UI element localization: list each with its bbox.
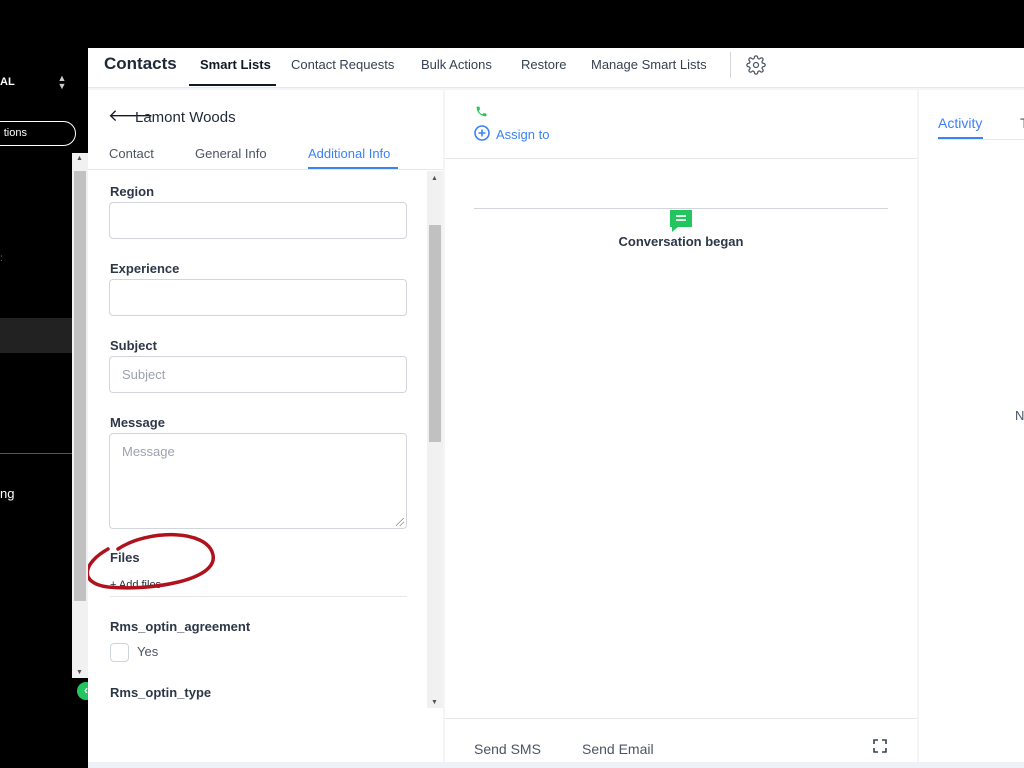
scroll-up-icon[interactable]: ▲ xyxy=(431,175,438,182)
message-field[interactable]: Message xyxy=(109,433,407,529)
active-tab-indicator xyxy=(308,167,398,169)
bottom-strip xyxy=(88,762,1024,768)
tab-contact[interactable]: Contact xyxy=(109,146,154,161)
sidebar-pill-button[interactable]: tions xyxy=(0,121,76,146)
contacts-app: Contacts Smart Lists Contact Requests Bu… xyxy=(88,48,1024,768)
experience-label: Experience xyxy=(110,261,180,276)
add-files-button[interactable]: + Add files xyxy=(110,579,161,591)
message-label: Message xyxy=(110,415,165,430)
page-title: Contacts xyxy=(104,54,177,73)
tab-send-sms[interactable]: Send SMS xyxy=(474,741,541,757)
rms-optin-agreement-label: Rms_optin_agreement xyxy=(110,619,251,634)
scroll-up-icon[interactable]: ▲ xyxy=(76,155,83,162)
tab-additional-info[interactable]: Additional Info xyxy=(308,146,390,161)
scrollbar-thumb[interactable] xyxy=(429,225,441,442)
sidebar-divider xyxy=(0,453,72,454)
files-divider xyxy=(110,596,407,597)
tab-manage-smart-lists[interactable]: Manage Smart Lists xyxy=(591,57,707,72)
contact-header: 🡐 Lamont Woods Contact General Info Addi… xyxy=(88,90,443,170)
sidebar-scrollbar[interactable]: ▲ ▼ xyxy=(72,153,88,678)
expand-icon[interactable] xyxy=(873,739,887,753)
tab-bulk-actions[interactable]: Bulk Actions xyxy=(421,57,492,72)
resize-handle-icon[interactable] xyxy=(396,518,404,526)
scrollbar-thumb[interactable] xyxy=(74,171,86,601)
experience-field[interactable] xyxy=(109,279,407,316)
tab-activity[interactable]: Activity xyxy=(938,115,982,131)
files-label: Files xyxy=(110,550,140,565)
message-placeholder: Message xyxy=(122,444,175,459)
tab-general-info[interactable]: General Info xyxy=(195,146,267,161)
conversation-header: Assign to xyxy=(445,90,917,159)
sidebar-item-label[interactable]: ng xyxy=(0,486,14,501)
location-label: AL xyxy=(0,76,15,88)
nav-divider xyxy=(730,52,731,78)
sidebar-dot-icon: : xyxy=(0,253,3,264)
assign-to-button[interactable]: Assign to xyxy=(496,127,549,142)
gear-icon[interactable] xyxy=(746,55,766,75)
rms-optin-agreement-checkbox[interactable] xyxy=(110,643,129,662)
conversation-panel: Assign to Conversation began xyxy=(445,90,917,718)
sidebar-item-active[interactable] xyxy=(0,318,72,353)
tab-send-email[interactable]: Send Email xyxy=(582,741,654,757)
checkbox-label: Yes xyxy=(137,644,159,659)
tab-secondary[interactable]: T xyxy=(1020,115,1024,131)
conversation-began-label: Conversation began xyxy=(618,234,744,249)
form-scrollbar[interactable]: ▲ ▼ xyxy=(427,171,443,708)
active-tab-indicator xyxy=(189,84,276,86)
phone-icon[interactable] xyxy=(475,105,488,118)
contact-detail-panel: 🡐 Lamont Woods Contact General Info Addi… xyxy=(88,90,443,768)
scroll-down-icon[interactable]: ▼ xyxy=(431,699,438,706)
tab-restore[interactable]: Restore xyxy=(521,57,567,72)
contact-name: Lamont Woods xyxy=(135,109,236,126)
location-switcher-icon[interactable]: ▲ ▼ xyxy=(57,74,67,91)
subject-label: Subject xyxy=(110,338,157,353)
tab-contact-requests[interactable]: Contact Requests xyxy=(291,57,394,72)
region-label: Region xyxy=(110,184,155,199)
scroll-down-icon[interactable]: ▼ xyxy=(76,669,83,676)
top-navigation: Contacts Smart Lists Contact Requests Bu… xyxy=(88,48,1024,88)
tab-smart-lists[interactable]: Smart Lists xyxy=(200,57,271,72)
activity-panel: Activity T N xyxy=(919,90,1024,762)
chat-bubble-icon xyxy=(670,210,692,232)
region-field[interactable] xyxy=(109,202,407,239)
additional-info-form: Region Experience Subject Subject Messag… xyxy=(88,171,443,708)
activity-divider xyxy=(938,139,1024,140)
subject-field[interactable]: Subject xyxy=(109,356,407,393)
rms-optin-type-label: Rms_optin_type xyxy=(110,685,212,700)
plus-circle-icon[interactable] xyxy=(474,125,490,141)
message-composer: Send SMS Send Email xyxy=(445,718,917,768)
activity-empty-text: N xyxy=(1015,408,1024,423)
